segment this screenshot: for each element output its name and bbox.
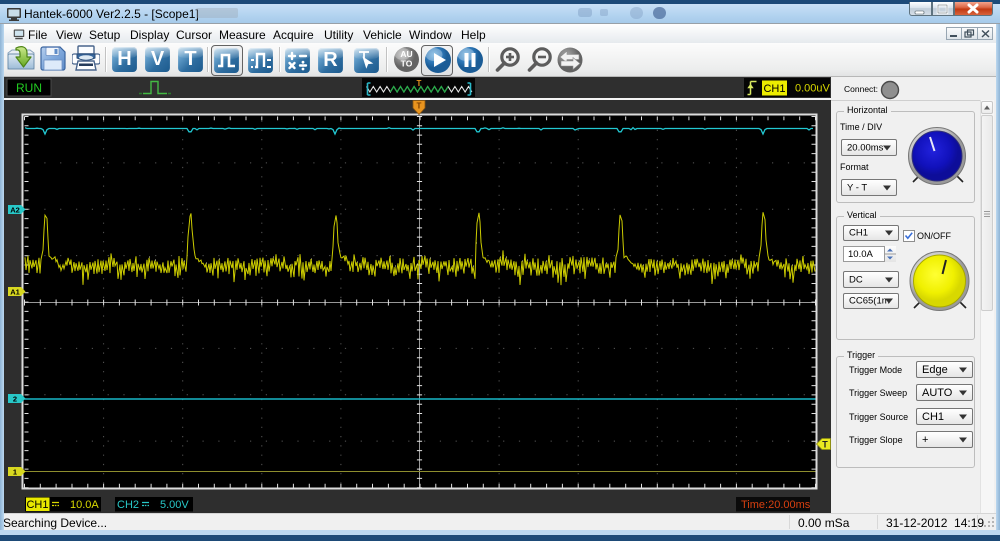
svg-text:A1: A1 bbox=[10, 288, 20, 297]
svg-text:0.00uV: 0.00uV bbox=[795, 83, 831, 95]
svg-text:TO: TO bbox=[401, 59, 413, 69]
svg-text:Time:20.00ms: Time:20.00ms bbox=[741, 499, 811, 511]
svg-text:CH1: CH1 bbox=[763, 83, 785, 95]
svg-text:T: T bbox=[417, 79, 422, 88]
svg-text:CH2: CH2 bbox=[117, 499, 139, 511]
svg-text:10.0A: 10.0A bbox=[70, 499, 99, 511]
svg-text:T: T bbox=[822, 440, 828, 450]
svg-text:A2: A2 bbox=[10, 206, 20, 215]
svg-text:CH1: CH1 bbox=[26, 499, 48, 511]
svg-text:2: 2 bbox=[13, 395, 17, 404]
svg-text:5.00V: 5.00V bbox=[160, 499, 189, 511]
svg-text:T: T bbox=[417, 102, 422, 111]
svg-text:AU: AU bbox=[400, 49, 412, 59]
svg-text:RUN: RUN bbox=[16, 81, 42, 95]
svg-text:1: 1 bbox=[13, 468, 17, 477]
